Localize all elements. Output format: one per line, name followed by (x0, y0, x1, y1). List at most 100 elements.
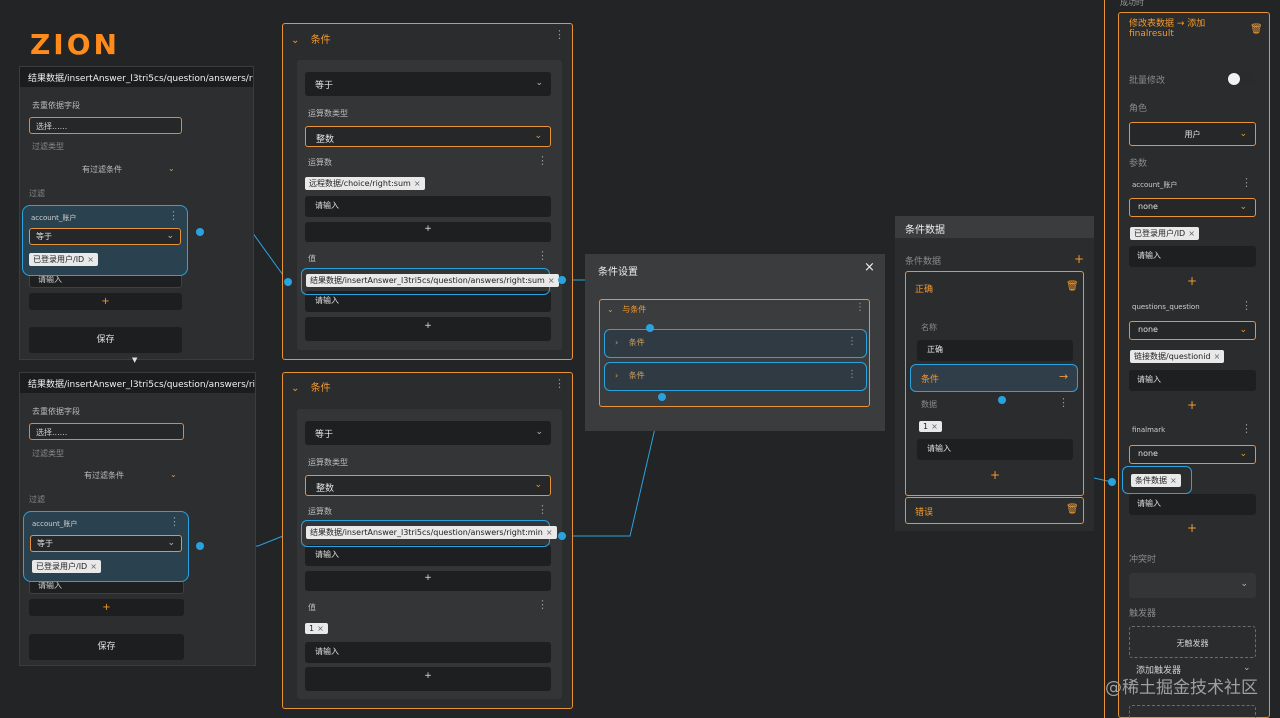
close-icon[interactable]: × (1214, 352, 1221, 361)
wrong-branch[interactable]: 错误 🗑 (905, 497, 1084, 524)
link-dot[interactable] (1108, 478, 1116, 486)
name-input[interactable]: 正确 (917, 340, 1073, 361)
param-2-select[interactable]: none ⌄ (1129, 321, 1256, 340)
add-param-2-button[interactable]: + (1187, 398, 1197, 412)
operator-select[interactable]: 等于 ⌄ (305, 421, 551, 445)
condition-link-row[interactable]: 条件 → (910, 364, 1078, 392)
role-label: 角色 (1129, 104, 1148, 114)
chevron-down-icon: ⌄ (170, 470, 177, 479)
condition-header[interactable]: ⌄ 条件 (291, 379, 331, 394)
close-icon[interactable]: × (546, 528, 553, 537)
operand-chip: 远程数据/choice/right:sum × (305, 177, 425, 190)
more-icon[interactable]: ⋮ (847, 336, 857, 347)
dedupe-label: 去重依据字段 (32, 407, 80, 416)
link-dot[interactable] (284, 278, 292, 286)
condition-header[interactable]: ⌄ 条件 (291, 31, 331, 46)
add-param-3-button[interactable]: + (1187, 521, 1197, 535)
account-filter-card[interactable]: account_账户 ⋮ 等于 ⌄ 已登录用户/ID × (23, 511, 189, 582)
save-button[interactable]: 保存 (29, 327, 182, 353)
filter-chip: 已登录用户/ID × (32, 560, 101, 573)
add-param-1-button[interactable]: + (1187, 274, 1197, 288)
value-chip-frame[interactable]: 结果数据/insertAnswer_l3tri5cs/question/answ… (301, 268, 559, 295)
save-button[interactable]: 保存 (29, 634, 184, 660)
operand-type-select[interactable]: 整数 ⌄ (305, 475, 551, 496)
link-dot[interactable] (196, 228, 204, 236)
modal-title: 条件设置 (598, 267, 638, 278)
chip-text: 结果数据/insertAnswer_l3tri5cs/question/answ… (310, 276, 545, 285)
conflict-select[interactable]: ⌄ (1129, 573, 1256, 598)
operand-type-select[interactable]: 整数 ⌄ (305, 126, 551, 147)
dedupe-select[interactable]: 选择...... (29, 423, 184, 440)
operand-input[interactable]: 请输入 (305, 545, 551, 566)
operator-select[interactable]: 等于 ⌄ (30, 535, 182, 552)
more-icon[interactable]: ⋮ (1058, 396, 1069, 409)
param-1-input[interactable]: 请输入 (1129, 246, 1256, 267)
close-icon[interactable]: × (317, 624, 324, 633)
operand-type-value: 整数 (316, 135, 335, 145)
add-filter-button[interactable]: + (29, 293, 182, 310)
param-2-input[interactable]: 请输入 (1129, 370, 1256, 391)
more-icon[interactable]: ⋮ (537, 503, 548, 516)
trash-icon[interactable]: 🗑 (1066, 281, 1079, 292)
close-icon[interactable]: × (1188, 229, 1195, 238)
link-dot[interactable] (196, 542, 204, 550)
more-icon[interactable]: ⋮ (168, 209, 179, 222)
filter-type-select[interactable]: 有过滤条件 ⌄ (84, 470, 184, 481)
operand-input[interactable]: 请输入 (305, 196, 551, 217)
filter-type-select[interactable]: 有过滤条件 ⌄ (82, 164, 182, 175)
dedupe-select[interactable]: 选择...... (29, 117, 182, 134)
condition-item-1[interactable]: › 条件 ⋮ (604, 329, 867, 358)
batch-toggle[interactable] (1227, 72, 1255, 86)
operator-select[interactable]: 等于 ⌄ (305, 72, 551, 96)
condition-body: 等于 ⌄ 运算数类型 整数 ⌄ 运算数 ⋮ 远程数据/choice/right:… (297, 60, 562, 350)
more-icon[interactable]: ⋮ (1241, 176, 1252, 189)
close-icon[interactable]: × (414, 179, 421, 188)
param-3-input[interactable]: 请输入 (1129, 494, 1256, 515)
more-icon[interactable]: ⋮ (554, 377, 565, 390)
operand-chip-frame[interactable]: 结果数据/insertAnswer_l3tri5cs/question/answ… (301, 520, 557, 547)
expand-icon[interactable]: ▼ (132, 356, 137, 364)
more-icon[interactable]: ⋮ (1241, 422, 1252, 435)
close-icon[interactable]: × (87, 255, 94, 264)
trash-icon[interactable]: 🗑 (1066, 504, 1079, 515)
data-input[interactable]: 请输入 (917, 439, 1073, 460)
group-header[interactable]: ⌄ 与条件 (607, 304, 646, 315)
close-icon[interactable]: × (90, 562, 97, 571)
chevron-down-icon: ⌄ (1243, 663, 1251, 673)
close-icon[interactable]: × (931, 422, 938, 431)
condition-item-2[interactable]: › 条件 ⋮ (604, 362, 867, 391)
param-3-select[interactable]: none ⌄ (1129, 445, 1256, 464)
more-icon[interactable]: ⋮ (169, 515, 180, 528)
close-icon[interactable]: × (864, 260, 875, 275)
role-select[interactable]: 用户 ⌄ (1129, 122, 1256, 146)
close-icon[interactable]: × (1170, 476, 1177, 485)
param-3-chip-frame[interactable]: 条件数据 × (1122, 466, 1192, 494)
add-operand-button[interactable]: + (305, 571, 551, 591)
more-icon[interactable]: ⋮ (537, 598, 548, 611)
link-dot[interactable] (646, 324, 654, 332)
link-dot[interactable] (558, 276, 566, 284)
close-icon[interactable]: × (548, 276, 555, 285)
chevron-down-icon: ⌄ (535, 78, 543, 88)
param-1-select[interactable]: none ⌄ (1129, 198, 1256, 217)
add-value-button[interactable]: + (305, 667, 551, 691)
chevron-down-icon: ⌄ (1239, 129, 1247, 139)
value-input[interactable]: 请输入 (305, 642, 551, 663)
more-icon[interactable]: ⋮ (537, 249, 548, 262)
add-data-button[interactable]: + (990, 468, 1000, 482)
add-icon[interactable]: + (1074, 252, 1084, 266)
link-dot[interactable] (658, 393, 666, 401)
account-filter-card[interactable]: account_账户 ⋮ 等于 ⌄ 已登录用户/ID × (22, 205, 188, 276)
link-dot[interactable] (998, 396, 1006, 404)
more-icon[interactable]: ⋮ (554, 28, 565, 41)
trash-icon[interactable]: 🗑 (1250, 24, 1263, 35)
add-operand-button[interactable]: + (305, 222, 551, 242)
more-icon[interactable]: ⋮ (847, 369, 857, 380)
add-value-button[interactable]: + (305, 317, 551, 341)
more-icon[interactable]: ⋮ (537, 154, 548, 167)
add-filter-button[interactable]: + (29, 599, 184, 616)
more-icon[interactable]: ⋮ (1241, 299, 1252, 312)
more-icon[interactable]: ⋮ (855, 302, 865, 313)
link-dot[interactable] (558, 532, 566, 540)
operator-select[interactable]: 等于 ⌄ (29, 228, 181, 245)
